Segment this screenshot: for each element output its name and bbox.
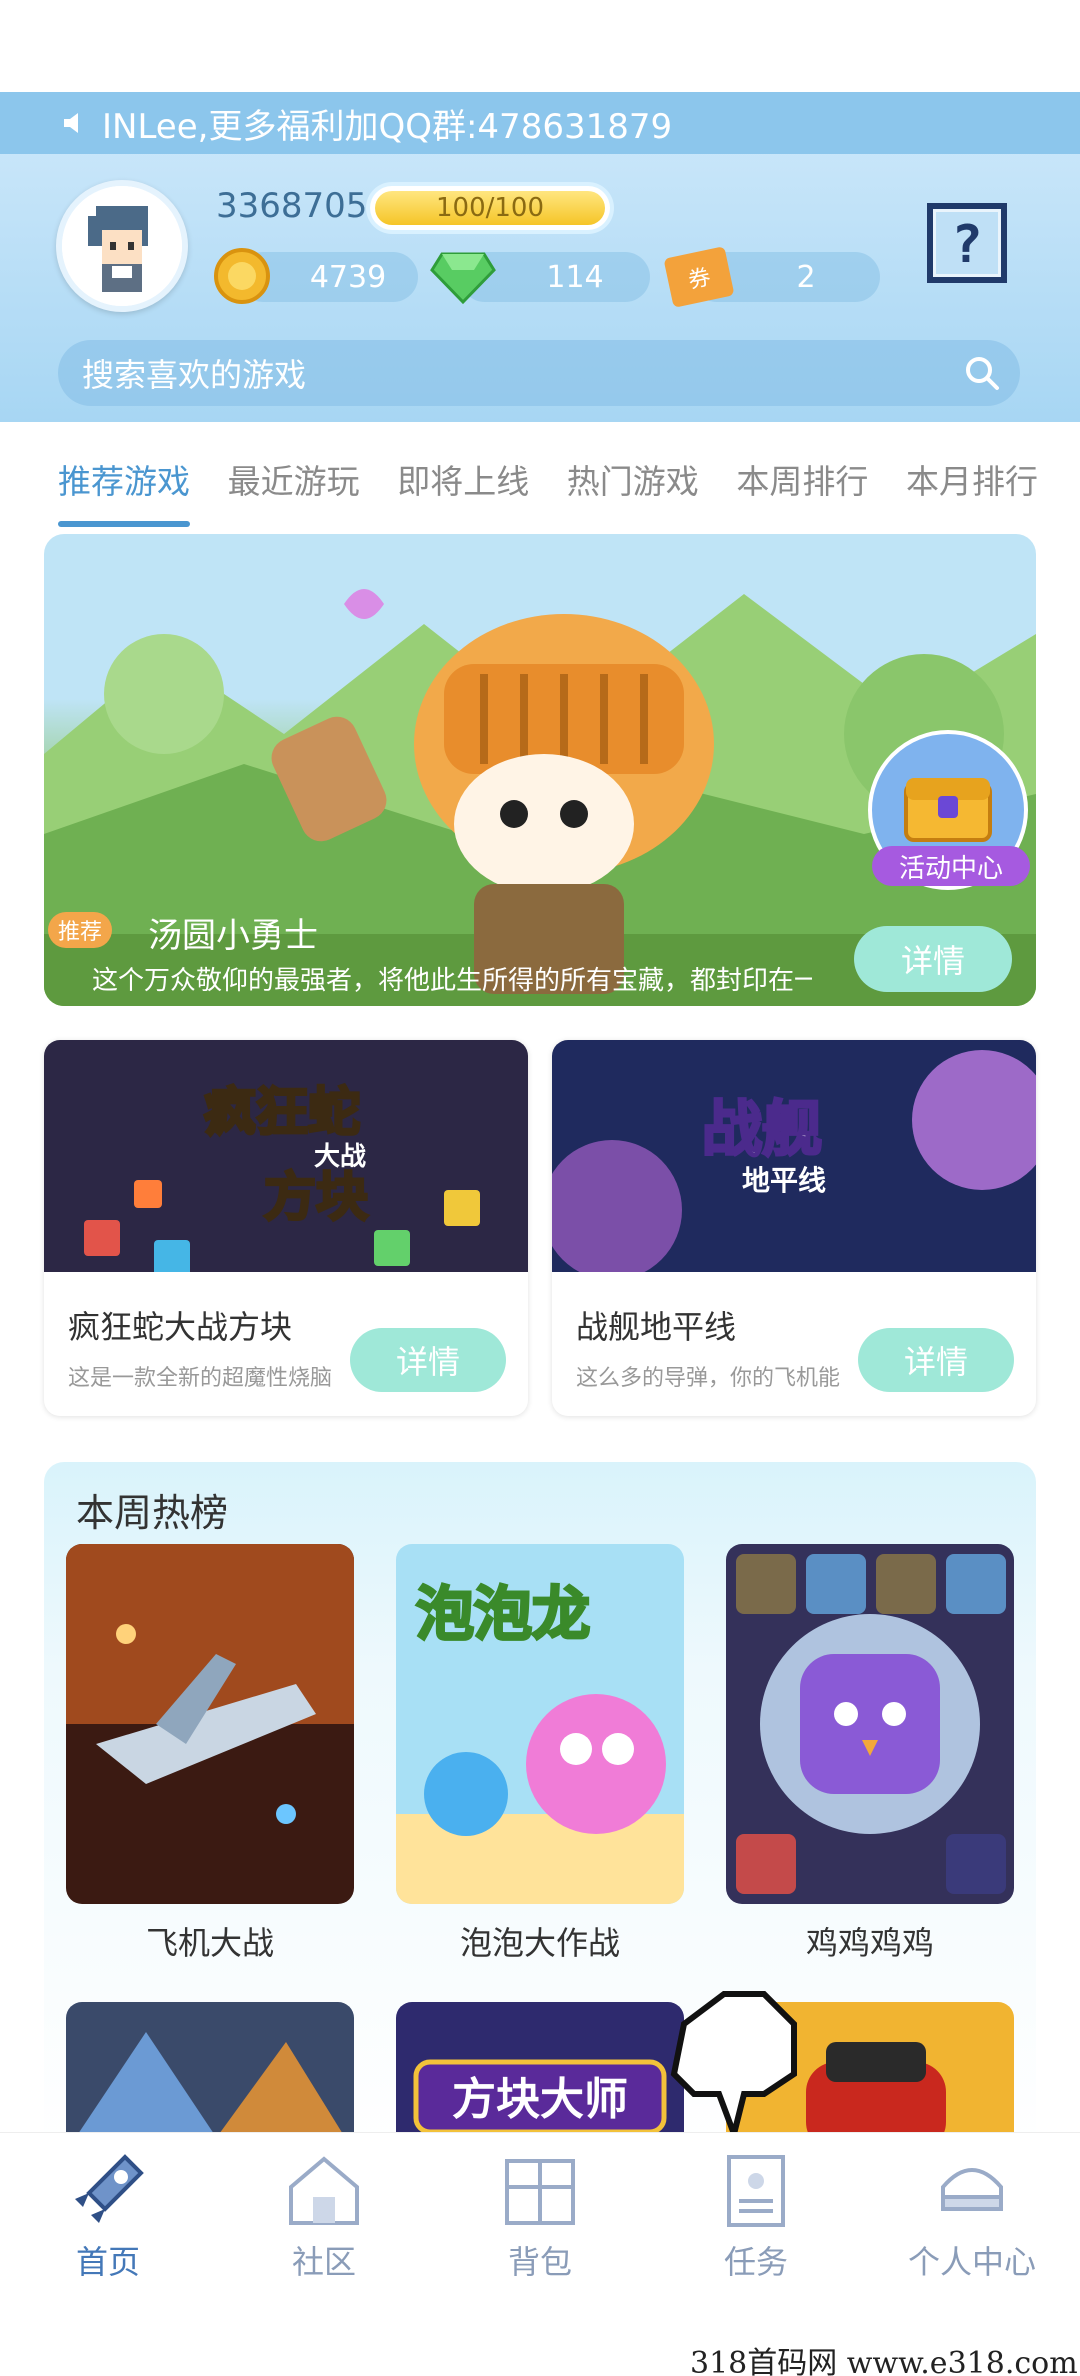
ticket-count: 2 [796, 259, 816, 295]
weekly-hot-section: 本周热榜 飞机大战 泡泡龙 泡泡大作战 鸡鸡鸡鸡 方块大师 [44, 1462, 1036, 2152]
nav-tasks[interactable]: 任务 [666, 2147, 846, 2283]
tab-recommended[interactable]: 推荐游戏 [58, 455, 190, 527]
svg-text:?: ? [951, 215, 982, 275]
chicken-game-artwork [726, 1544, 1014, 1904]
game-description: 这是一款全新的超魔性烧脑 [68, 1366, 332, 1391]
hot-game-bubble[interactable]: 泡泡龙 泡泡大作战 [396, 1544, 684, 1964]
nav-profile[interactable]: 个人中心 [882, 2147, 1062, 2283]
hot-game-chicken[interactable]: 鸡鸡鸡鸡 [726, 1544, 1014, 1964]
house-icon [289, 2156, 359, 2225]
block-master-title: 方块大师 [452, 2074, 628, 2125]
speech-bubble-icon [670, 1991, 797, 2144]
game-name: 飞机大战 [145, 1924, 274, 1962]
game-description: 这么多的导弹，你的飞机能 [576, 1366, 840, 1391]
banner-title: 汤圆小勇士 [148, 916, 318, 956]
nav-label: 背包 [507, 2243, 572, 2281]
tab-weekly[interactable]: 本周排行 [736, 455, 868, 515]
nav-label: 社区 [291, 2243, 356, 2281]
game-card-battleship[interactable]: 战舰 地平线 战舰地平线 这么多的导弹，你的飞机能 详情 [552, 1040, 1036, 1416]
snake-art-title: 疯狂蛇 [204, 1083, 360, 1143]
tab-upcoming[interactable]: 即将上线 [397, 455, 529, 515]
snake-game-artwork: 疯狂蛇 大战 方块 [44, 1040, 528, 1272]
hp-text: 100/100 [435, 193, 544, 223]
hp-fill: 100/100 [375, 191, 605, 225]
nav-label: 首页 [75, 2243, 140, 2281]
tab-hot[interactable]: 热门游戏 [567, 455, 699, 515]
banner-detail-button[interactable]: 详情 [854, 926, 1012, 992]
gift-icon [505, 2159, 575, 2225]
game-card-snake[interactable]: 疯狂蛇 大战 方块 疯狂蛇大战方块 这是一款全新的超魔性烧脑 详情 [44, 1040, 528, 1416]
detail-button[interactable]: 详情 [350, 1328, 506, 1392]
search-placeholder: 搜索喜欢的游戏 [82, 356, 307, 394]
cap-icon [941, 2168, 1003, 2211]
search-input[interactable]: 搜索喜欢的游戏 [58, 340, 1020, 406]
battleship-art-title: 战舰 [702, 1095, 822, 1165]
coin-count: 4739 [309, 259, 387, 295]
game-thumbnail [66, 1544, 354, 1904]
watermark-text: 318首码网 www.e318.com [690, 2346, 1078, 2376]
snake-art-sub2: 方块 [264, 1168, 368, 1228]
coin-icon [214, 248, 270, 304]
nav-home[interactable]: 首页 [18, 2147, 198, 2283]
speaker-icon [64, 113, 78, 133]
nav-backpack[interactable]: 背包 [450, 2147, 630, 2283]
bottom-navigation: 首页 社区 背包 任务 个人中心 [0, 2132, 1080, 2282]
hp-bar: 100/100 [370, 186, 610, 230]
gem-icon [430, 252, 496, 305]
block-master-artwork: 方块大师 [396, 2002, 684, 2152]
gem-count: 114 [546, 259, 604, 295]
notice-text: INLee,更多福利加QQ群:478631879 [102, 106, 673, 147]
avatar[interactable] [56, 180, 188, 312]
tab-monthly[interactable]: 本月排行 [906, 455, 1038, 515]
battleship-art-sub: 地平线 [742, 1164, 826, 1197]
rocket-icon [75, 2154, 144, 2223]
game-name: 疯狂蛇大战方块 [68, 1308, 293, 1346]
game-thumbnail: 泡泡龙 [396, 1544, 684, 1904]
bubble-art-title: 泡泡龙 [416, 1580, 590, 1648]
nav-label: 任务 [723, 2243, 788, 2281]
clipboard-icon [727, 2155, 785, 2227]
app-screen: INLee,更多福利加QQ群:478631879 3368705 100/100… [0, 0, 1080, 2376]
hot-game-row2-2[interactable]: 方块大师 [396, 2002, 684, 2152]
detail-button[interactable]: 详情 [858, 1328, 1014, 1392]
banner-description: 这个万众敬仰的最强者，将他此生所得的所有宝藏，都封印在一 [92, 966, 812, 996]
user-id: 3368705 [216, 186, 368, 226]
battleship-game-artwork: 战舰 地平线 [552, 1040, 1036, 1272]
fantasy-game-artwork [66, 2002, 354, 2152]
section-title: 本周热榜 [76, 1491, 229, 1535]
nav-label: 个人中心 [907, 2243, 1036, 2281]
search-icon[interactable] [964, 355, 1000, 391]
notice-bar[interactable]: INLee,更多福利加QQ群:478631879 [0, 92, 1080, 154]
bubble-game-artwork: 泡泡龙 [396, 1544, 684, 1904]
ticket-icon-label: 券 [686, 264, 713, 294]
game-name: 泡泡大作战 [459, 1924, 620, 1962]
tab-recent[interactable]: 最近游玩 [228, 455, 360, 515]
game-thumbnail [726, 1544, 1014, 1904]
hot-game-plane[interactable]: 飞机大战 [66, 1544, 354, 1964]
help-button[interactable]: ? [924, 200, 1010, 286]
recommend-badge: 推荐 [48, 912, 113, 948]
nav-community[interactable]: 社区 [234, 2147, 414, 2283]
hot-game-row2-1[interactable] [66, 2002, 354, 2152]
pixel-avatar-icon [62, 186, 182, 306]
activity-center-label[interactable]: 活动中心 [872, 846, 1030, 886]
game-name: 战舰地平线 [576, 1308, 737, 1346]
game-name: 鸡鸡鸡鸡 [805, 1924, 934, 1962]
plane-game-artwork [66, 1544, 354, 1904]
category-tabs: 推荐游戏 最近游玩 即将上线 热门游戏 本周排行 本月排行 [58, 455, 1038, 527]
